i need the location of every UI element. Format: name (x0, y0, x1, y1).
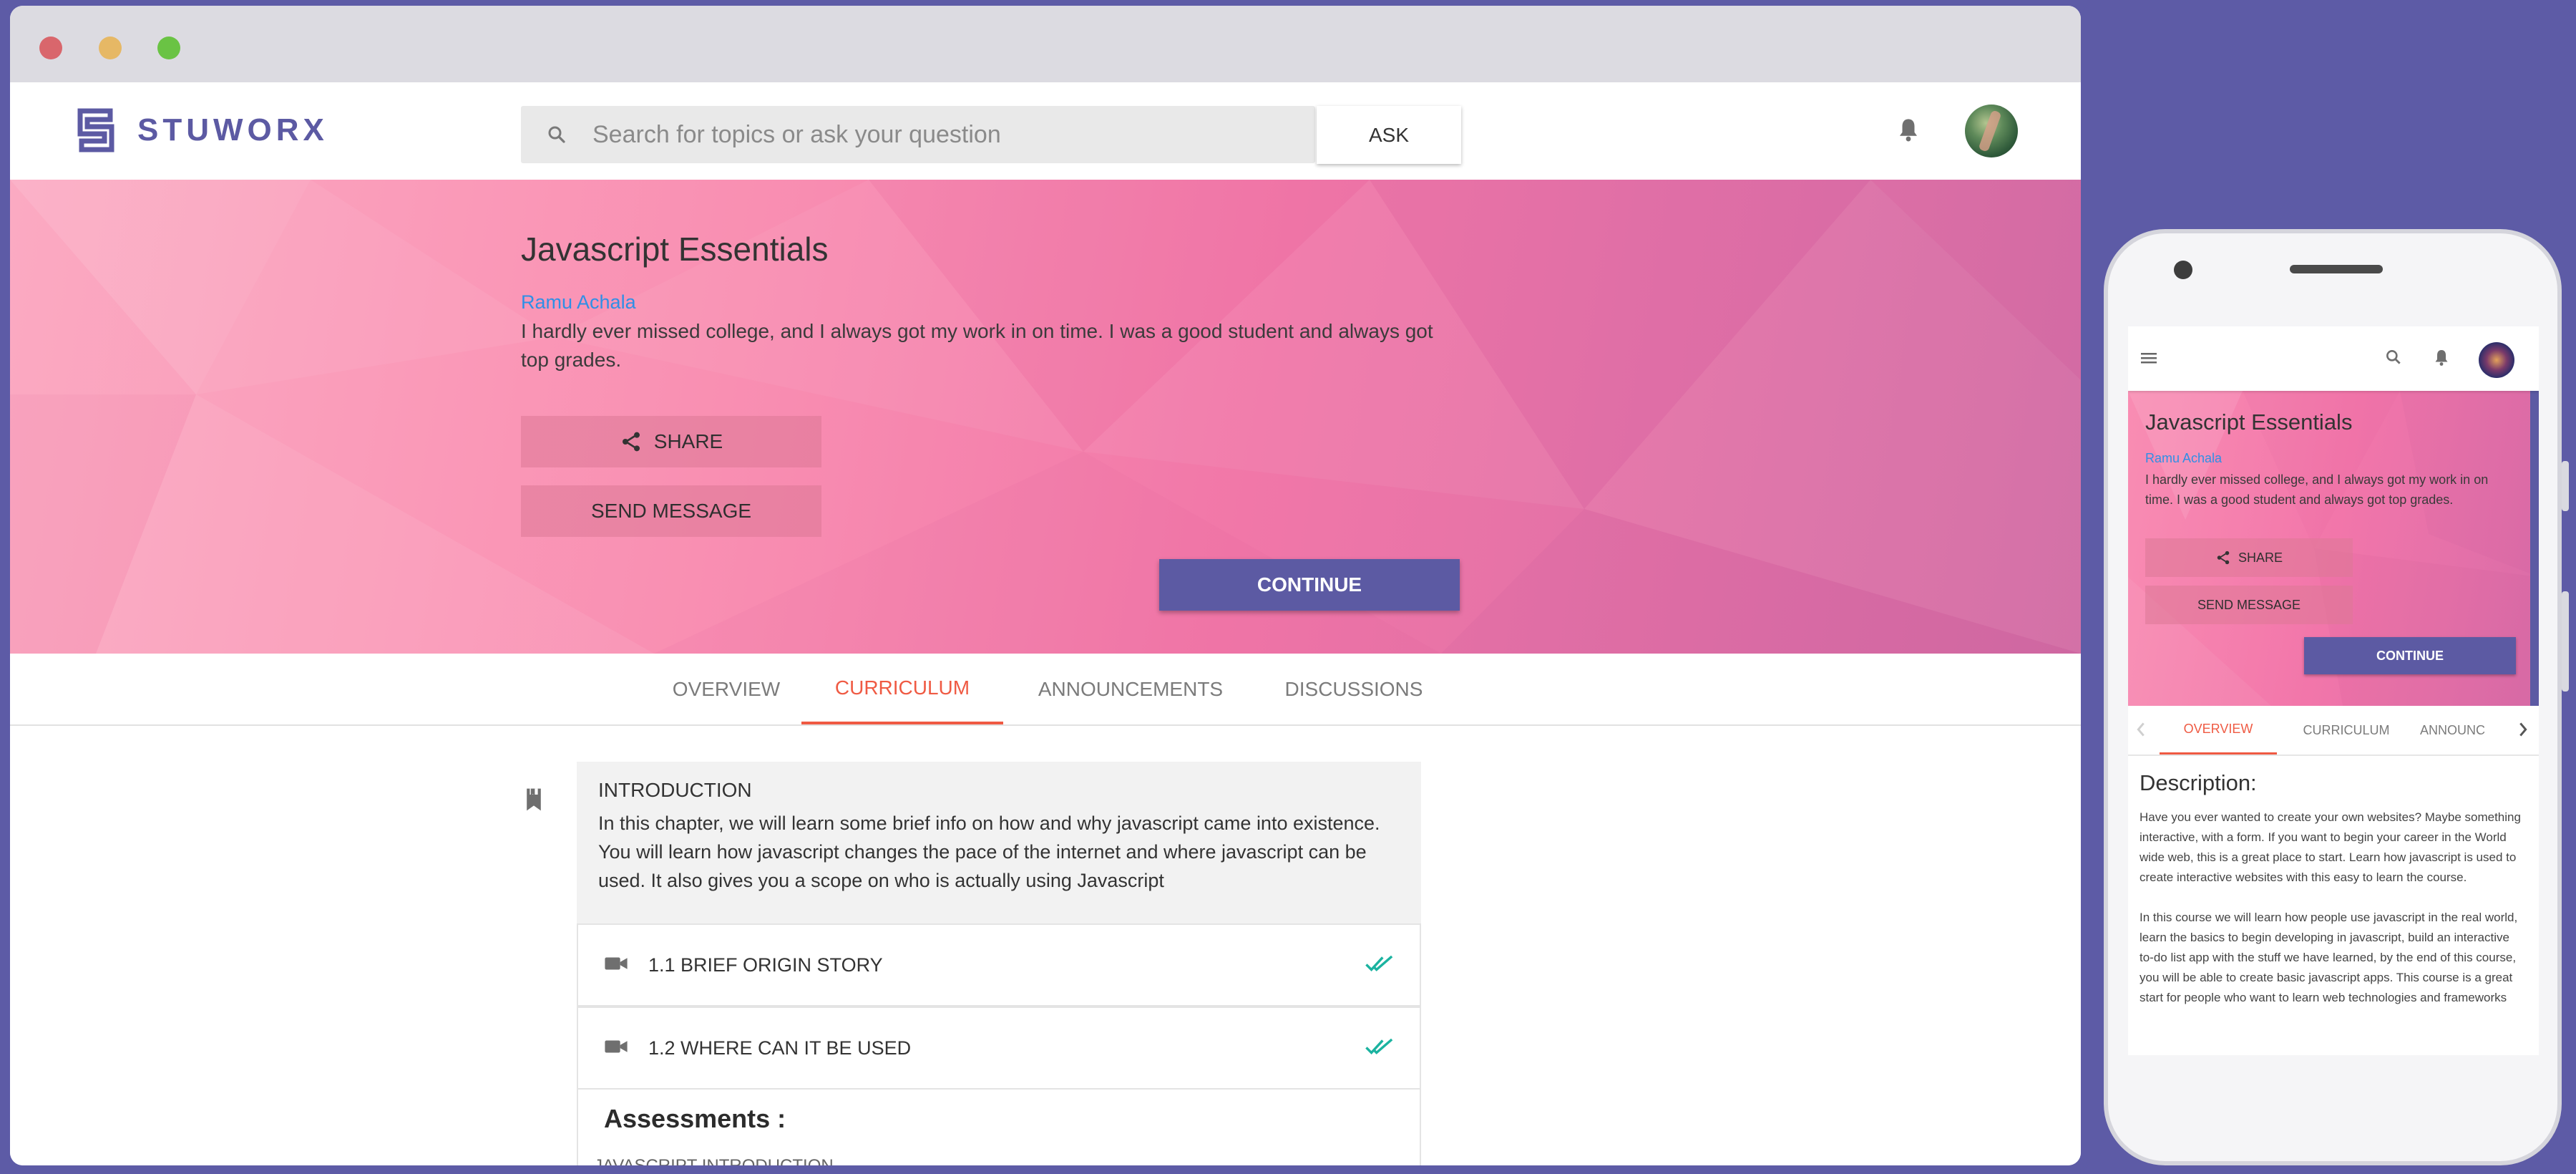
share-label: SHARE (2238, 550, 2283, 565)
course-author-link[interactable]: Ramu Achala (521, 291, 636, 314)
course-description: I hardly ever missed college, and I alwa… (2145, 472, 2489, 507)
app-header: STUWORX ASK (10, 82, 2081, 180)
brand-logo[interactable]: STUWORX (76, 107, 328, 154)
completed-double-check-icon (1365, 954, 1394, 976)
assessments-heading: Assessments : (604, 1104, 786, 1133)
description-heading: Description: (2140, 770, 2257, 795)
notification-bell-icon[interactable] (2433, 348, 2450, 372)
share-icon (622, 432, 640, 452)
lesson-title: 1.2 WHERE CAN IT BE USED (648, 1037, 912, 1059)
tab-announcements[interactable]: ANNOUNCEMENTS (1023, 654, 1238, 724)
tab-overview[interactable]: OVERVIEW (2160, 706, 2277, 755)
share-icon (2217, 550, 2230, 565)
video-camera-icon (604, 1038, 628, 1059)
tab-discussions[interactable]: DISCUSSIONS (1269, 654, 1438, 724)
assessment-item-label[interactable]: JAVASCRIPT INTRODUCTION (594, 1155, 834, 1165)
send-message-button[interactable]: SEND MESSAGE (2145, 586, 2353, 624)
description-paragraph: In this course we will learn how people … (2140, 911, 2518, 1004)
send-message-button[interactable]: SEND MESSAGE (521, 485, 821, 537)
stuworx-logo-icon (77, 108, 114, 152)
brand-name: STUWORX (137, 112, 328, 147)
chevron-right-icon[interactable] (2517, 722, 2529, 741)
tab-overview[interactable]: OVERVIEW (654, 654, 799, 724)
search-bar (521, 106, 1315, 163)
phone-speaker (2290, 265, 2383, 273)
mobile-header (2128, 326, 2539, 391)
mobile-course-tabs: OVERVIEW CURRICULUM ANNOUNC (2128, 706, 2539, 756)
hamburger-menu-icon[interactable] (2141, 351, 2158, 369)
course-title: Javascript Essentials (2145, 409, 2353, 435)
assessments-section: Assessments : JAVASCRIPT INTRODUCTION (577, 1090, 1421, 1165)
ask-button[interactable]: ASK (1317, 106, 1461, 164)
share-button[interactable]: SHARE (521, 416, 821, 467)
continue-button[interactable]: CONTINUE (2304, 637, 2516, 674)
chapter-summary: In this chapter, we will learn some brie… (598, 812, 1380, 891)
window-minimize-button[interactable] (99, 37, 122, 59)
mobile-screen: Javascript Essentials Ramu Achala I hard… (2128, 326, 2539, 1055)
window-close-button[interactable] (39, 37, 62, 59)
search-input[interactable] (592, 106, 1315, 163)
browser-title-bar (10, 6, 2081, 82)
desktop-browser-window: STUWORX ASK Javascript Essent (10, 6, 2081, 1165)
user-avatar[interactable] (1965, 105, 2018, 157)
course-hero-banner: Javascript Essentials Ramu Achala I hard… (10, 180, 2081, 654)
notification-bell-icon[interactable] (1896, 117, 1921, 147)
chevron-left-icon[interactable] (2135, 722, 2147, 741)
description-paragraph: Have you ever wanted to create your own … (2140, 810, 2521, 884)
share-button[interactable]: SHARE (2145, 538, 2353, 577)
phone-side-button (2562, 461, 2569, 511)
lesson-item[interactable]: 1.2 WHERE CAN IT BE USED (577, 1006, 1421, 1090)
chapter-title: INTRODUCTION (598, 779, 752, 801)
search-icon (521, 124, 592, 145)
lesson-title: 1.1 BRIEF ORIGIN STORY (648, 954, 883, 976)
search-icon[interactable] (2384, 348, 2403, 370)
course-title: Javascript Essentials (521, 231, 829, 268)
tab-curriculum[interactable]: CURRICULUM (801, 654, 1003, 724)
course-tabs: OVERVIEW CURRICULUM ANNOUNCEMENTS DISCUS… (10, 654, 2081, 726)
continue-button[interactable]: CONTINUE (1159, 559, 1460, 611)
window-maximize-button[interactable] (157, 37, 180, 59)
video-camera-icon (604, 955, 628, 976)
chapter-intro-card[interactable]: INTRODUCTION In this chapter, we will le… (577, 762, 1421, 923)
phone-camera (2174, 261, 2192, 279)
tab-announcements[interactable]: ANNOUNC (2411, 706, 2514, 755)
lesson-item[interactable]: 1.1 BRIEF ORIGIN STORY (577, 923, 1421, 1006)
user-avatar[interactable] (2479, 342, 2514, 378)
hero-polygon-background (10, 180, 2081, 654)
curriculum-panel: INTRODUCTION In this chapter, we will le… (10, 726, 2081, 1165)
mobile-course-hero: Javascript Essentials Ramu Achala I hard… (2128, 391, 2539, 706)
phone-volume-button (2562, 591, 2569, 692)
share-label: SHARE (653, 430, 723, 452)
description-body: Have you ever wanted to create your own … (2140, 807, 2526, 1008)
course-description: I hardly ever missed college, and I alwa… (521, 320, 1433, 371)
tab-curriculum[interactable]: CURRICULUM (2290, 706, 2403, 755)
completed-double-check-icon (1365, 1037, 1394, 1059)
chapter-bookmark-icon (524, 787, 544, 815)
mobile-phone-frame: Javascript Essentials Ramu Achala I hard… (2104, 229, 2569, 1165)
hero-scrollbar[interactable] (2530, 391, 2539, 706)
course-author-link[interactable]: Ramu Achala (2145, 451, 2222, 466)
